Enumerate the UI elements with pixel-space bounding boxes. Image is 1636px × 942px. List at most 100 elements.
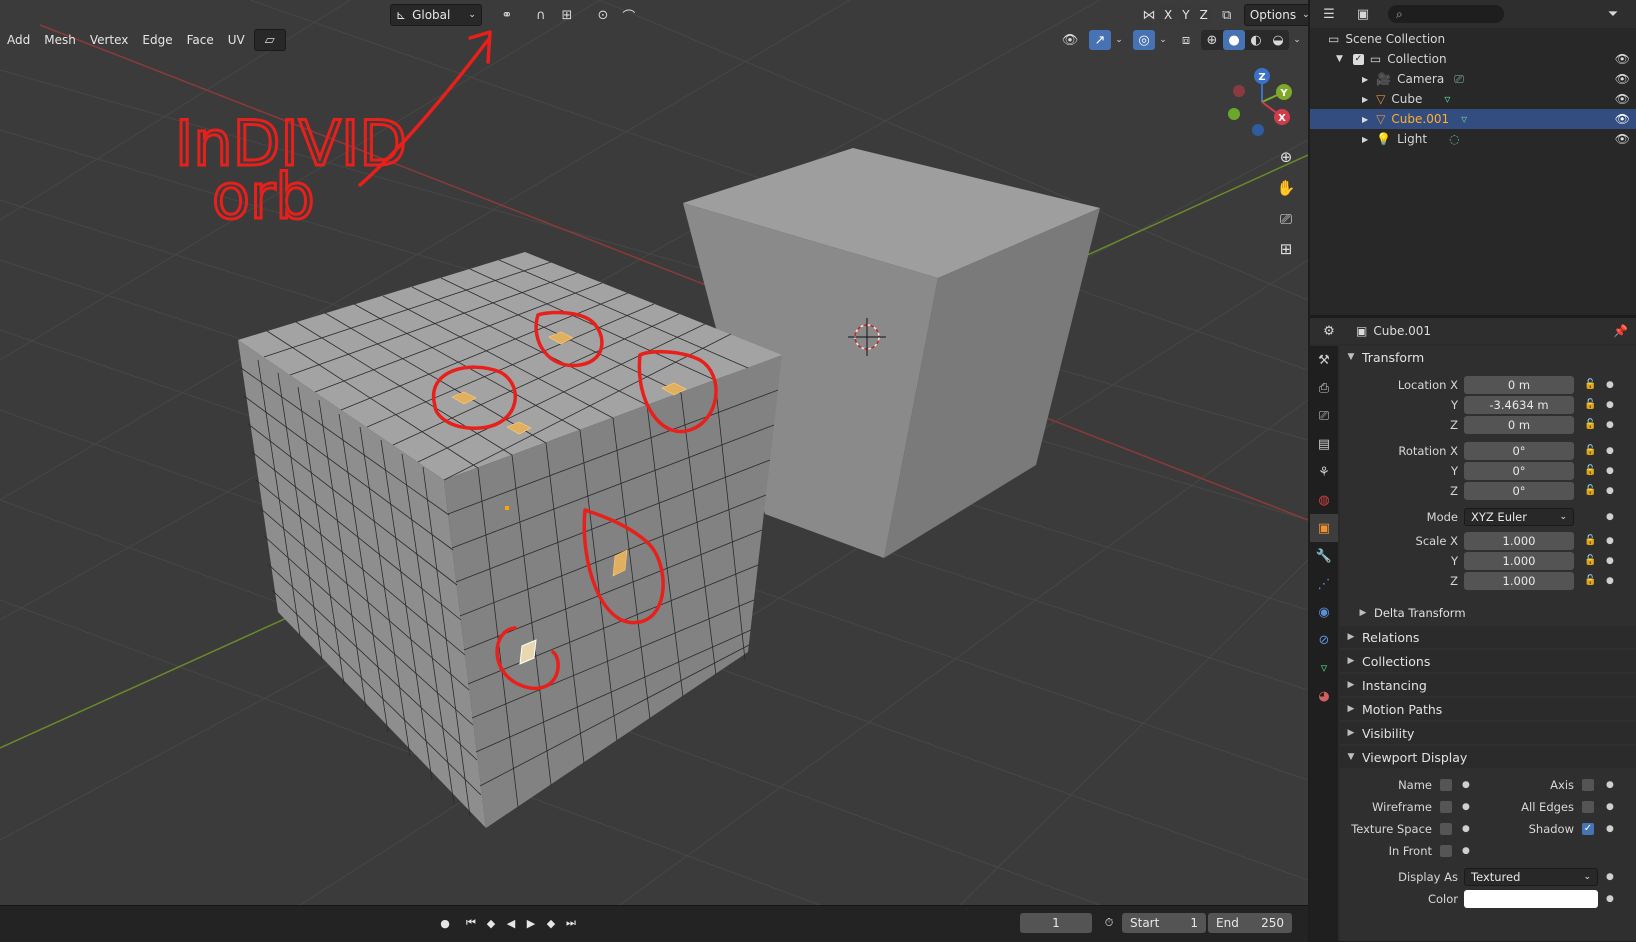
shading-material-button[interactable]: ◐ [1245,30,1267,50]
panel-viewport-display[interactable]: ▼ Viewport Display [1340,746,1636,768]
keyframe-dot-icon[interactable]: ● [1462,802,1470,812]
pin-icon[interactable]: 📌 [1613,324,1628,338]
navigation-gizmo[interactable]: Z Y X [1222,62,1302,142]
subpanel-delta-transform[interactable]: ▶ Delta Transform [1340,602,1636,624]
tab-material[interactable]: ◕ [1310,682,1338,710]
tab-world[interactable]: ◍ [1310,486,1338,514]
tab-tool[interactable]: ⚒ [1310,346,1338,374]
rotation-y-field[interactable]: 0° [1464,462,1574,480]
panel-relations[interactable]: ▶ Relations [1340,626,1636,648]
menu-face[interactable]: Face [182,30,219,50]
outliner-row-collection[interactable]: ▼ ✓ ▭ Collection 👁 [1310,49,1636,69]
overlays-dropdown[interactable]: ⌄ [1155,30,1171,50]
lock-icon[interactable]: 🔓 [1584,485,1596,496]
outliner-row-cube[interactable]: ▶ ▽ Cube ▿ 👁 [1310,89,1636,109]
visibility-selectability-dropdown[interactable]: 👁 [1055,30,1085,50]
tab-modifiers[interactable]: 🔧 [1310,542,1338,570]
xray-toggle[interactable]: ⧈ [1175,30,1197,50]
location-x-field[interactable]: 0 m [1464,376,1574,394]
display-as-dropdown[interactable]: Textured ⌄ [1464,868,1598,886]
select-mode-dropdown[interactable]: ▱ [253,29,286,51]
outliner-row-scene-collection[interactable]: ▭ Scene Collection [1310,29,1636,49]
scale-y-field[interactable]: 1.000 [1464,552,1574,570]
outliner-row-cube-001[interactable]: ▶ ▽ Cube.001 ▿ 👁 [1310,109,1636,129]
keyframe-dot-icon[interactable]: ● [1606,780,1614,790]
record-button[interactable]: ● [436,914,454,932]
keyframe-dot-icon[interactable]: ● [1462,780,1470,790]
collection-checkbox[interactable]: ✓ [1352,53,1364,65]
jump-start-button[interactable]: ⏮ [462,914,480,932]
shading-dropdown[interactable]: ⌄ [1289,30,1305,50]
menu-add[interactable]: Add [2,30,35,50]
menu-vertex[interactable]: Vertex [85,30,134,50]
tab-scene[interactable]: ⚘ [1310,458,1338,486]
properties-editor-type-dropdown[interactable]: ⚙ [1314,321,1344,341]
location-z-field[interactable]: 0 m [1464,416,1574,434]
pan-button[interactable]: ✋ [1272,174,1300,202]
tab-object[interactable]: ▣ [1310,514,1338,542]
perspective-toggle-button[interactable]: ⊞ [1272,235,1300,263]
tab-physics[interactable]: ◉ [1310,598,1338,626]
display-all-edges-checkbox[interactable] [1582,801,1594,813]
expand-arrow-icon[interactable]: ▼ [1336,54,1343,64]
keyframe-dot-icon[interactable]: ● [1462,846,1470,856]
play-button[interactable]: ▶ [522,914,540,932]
filter-dropdown[interactable]: ⏷ [1598,4,1628,24]
snap-target-dropdown[interactable]: ⊞ [552,5,582,25]
expand-arrow-icon[interactable]: ▶ [1362,115,1368,124]
location-y-field[interactable]: -3.4634 m [1464,396,1574,414]
display-texture-space-checkbox[interactable] [1440,823,1452,835]
lock-icon[interactable]: 🔓 [1584,465,1596,476]
rotation-z-field[interactable]: 0° [1464,482,1574,500]
display-in-front-checkbox[interactable] [1440,845,1452,857]
tab-constraints[interactable]: ⊘ [1310,626,1338,654]
panel-transform[interactable]: ▼ Transform [1340,346,1636,368]
keyframe-dot-icon[interactable]: ● [1606,400,1614,410]
3d-viewport[interactable]: InDIVID orb ⊾ Global ⌄ ⚭ ∩ ⊞ ⊙ ⌒ ⋈ X Y Z… [0,0,1308,941]
tab-particles[interactable]: ⋰ [1310,570,1338,598]
current-frame-field[interactable]: 1 [1020,913,1092,933]
topology-mirror-toggle[interactable]: ⧉ [1216,5,1238,25]
eye-icon[interactable]: 👁 [1615,92,1630,106]
panel-motion-paths[interactable]: ▶ Motion Paths [1340,698,1636,720]
next-keyframe-button[interactable]: ◆ [542,914,560,932]
display-name-checkbox[interactable] [1440,779,1452,791]
lock-icon[interactable]: 🔓 [1584,445,1596,456]
lock-icon[interactable]: 🔓 [1584,419,1596,430]
outliner-search-input[interactable]: ⌕ [1388,5,1504,23]
properties-editor[interactable]: ⚙ ▣ Cube.001 📌 ⚒ ⎙ ⎚ ▤ ⚘ ◍ ▣ 🔧 ⋰ ◉ ⊘ ▿ ◕… [1310,318,1636,941]
viewport-scene[interactable]: InDIVID orb [0,0,1308,905]
shading-wireframe-button[interactable]: ⊕ [1201,30,1223,50]
transform-orientation-dropdown[interactable]: ⊾ Global ⌄ [390,4,482,26]
keyframe-dot-icon[interactable]: ● [1606,802,1614,812]
expand-arrow-icon[interactable]: ▶ [1362,135,1368,144]
outliner-row-light[interactable]: ▶ 💡 Light ◌ 👁 [1310,129,1636,149]
panel-instancing[interactable]: ▶ Instancing [1340,674,1636,696]
display-shadow-checkbox[interactable]: ✓ [1582,823,1594,835]
keyframe-dot-icon[interactable]: ● [1606,556,1614,566]
pivot-point-dropdown[interactable]: ⚭ [492,5,522,25]
rotation-mode-dropdown[interactable]: XYZ Euler ⌄ [1464,508,1574,526]
scale-x-field[interactable]: 1.000 [1464,532,1574,550]
expand-arrow-icon[interactable]: ▶ [1362,75,1368,84]
menu-mesh[interactable]: Mesh [39,30,81,50]
lock-icon[interactable]: 🔓 [1584,399,1596,410]
display-wireframe-checkbox[interactable] [1440,801,1452,813]
zoom-button[interactable]: ⊕ [1272,143,1300,171]
mirror-y-toggle[interactable]: Y [1178,5,1194,25]
keyframe-dot-icon[interactable]: ● [1606,446,1614,456]
camera-view-button[interactable]: ⎚ [1272,205,1300,233]
shading-solid-button[interactable]: ● [1223,30,1245,50]
menu-uv[interactable]: UV [223,30,250,50]
keyframe-dot-icon[interactable]: ● [1606,466,1614,476]
keyframe-dot-icon[interactable]: ● [1606,872,1614,882]
proportional-editing-toggle[interactable]: ⊙ [592,5,614,25]
keyframe-dot-icon[interactable]: ● [1606,824,1614,834]
display-mode-dropdown[interactable]: ▣ [1348,4,1378,24]
tab-output[interactable]: ⎚ [1310,402,1338,430]
keyframe-dot-icon[interactable]: ● [1606,576,1614,586]
show-overlays-toggle[interactable]: ◎ [1133,30,1155,50]
gizmo-dropdown[interactable]: ⌄ [1111,30,1127,50]
keyframe-dot-icon[interactable]: ● [1462,824,1470,834]
lock-icon[interactable]: 🔓 [1584,535,1596,546]
